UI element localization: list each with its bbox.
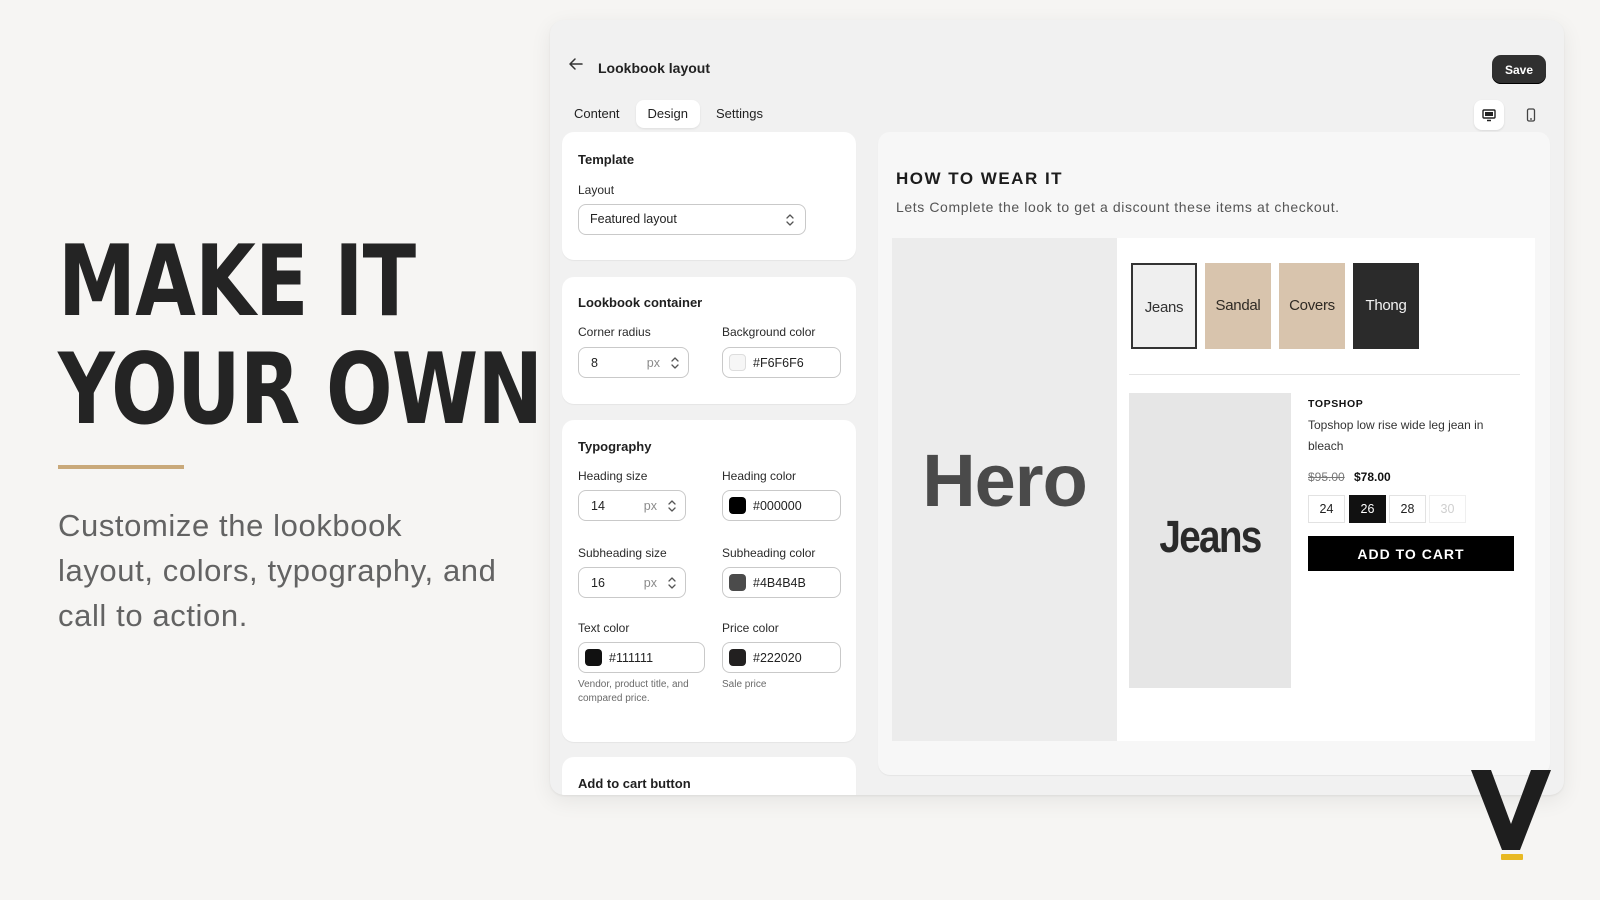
template-card: Template Layout Featured layout <box>562 132 856 260</box>
headline-line-1: MAKE IT <box>58 225 416 339</box>
hero-image: Hero <box>892 238 1117 741</box>
container-card-title: Lookbook container <box>578 295 703 310</box>
lookbook-preview: HOW TO WEAR IT Lets Complete the look to… <box>878 132 1550 775</box>
tab-content[interactable]: Content <box>562 100 632 128</box>
heading-size-label: Heading size <box>578 469 648 483</box>
size-option[interactable]: 28 <box>1389 495 1426 523</box>
tab-bar: Content Design Settings <box>562 100 775 128</box>
product-panel: Jeans Sandal Covers Thong Jeans TOPSHOP … <box>1117 238 1535 741</box>
layout-select-value: Featured layout <box>590 212 677 226</box>
heading-color-input[interactable]: #000000 <box>722 490 841 521</box>
corner-radius-input[interactable]: 8 px <box>578 347 689 378</box>
color-swatch[interactable] <box>585 649 602 666</box>
text-color-label: Text color <box>578 621 630 635</box>
stepper-icon[interactable] <box>667 575 677 591</box>
background-color-input[interactable]: #F6F6F6 <box>722 347 841 378</box>
typography-card-title: Typography <box>578 439 652 454</box>
price-color-help: Sale price <box>722 679 767 690</box>
heading-size-unit: px <box>643 499 657 513</box>
subheading-color-value: #4B4B4B <box>753 576 806 590</box>
mobile-icon <box>1526 108 1536 122</box>
size-option-disabled: 30 <box>1429 495 1466 523</box>
size-option-selected[interactable]: 26 <box>1349 495 1386 523</box>
subheading-color-label: Subheading color <box>722 546 816 560</box>
compare-price: $95.00 <box>1308 470 1345 484</box>
layout-select[interactable]: Featured layout <box>578 204 806 235</box>
marketing-headline: MAKE IT YOUR OWN <box>58 225 543 447</box>
corner-radius-value: 8 <box>591 356 598 370</box>
headline-line-2: YOUR OWN <box>58 333 543 447</box>
add-to-cart-card-title: Add to cart button <box>578 776 691 791</box>
page-title: Lookbook layout <box>598 60 710 76</box>
heading-color-value: #000000 <box>753 499 802 513</box>
heading-color-label: Heading color <box>722 469 797 483</box>
thumbnail-thong[interactable]: Thong <box>1353 263 1419 349</box>
chevron-up-down-icon <box>786 214 794 226</box>
corner-radius-label: Corner radius <box>578 325 651 339</box>
product-image-text: Jeans <box>1159 511 1262 562</box>
text-color-value: #111111 <box>609 651 654 665</box>
color-swatch[interactable] <box>729 649 746 666</box>
divider <box>1129 374 1520 375</box>
desktop-icon <box>1482 109 1496 122</box>
template-card-title: Template <box>578 152 635 167</box>
color-swatch[interactable] <box>729 497 746 514</box>
tab-settings[interactable]: Settings <box>704 100 775 128</box>
layout-label: Layout <box>578 183 615 197</box>
container-card: Lookbook container Corner radius 8 px Ba… <box>562 277 856 404</box>
product-title[interactable]: Topshop low rise wide leg jean in bleach <box>1308 415 1513 456</box>
subheading-size-label: Subheading size <box>578 546 667 560</box>
thumbnail-jeans[interactable]: Jeans <box>1131 263 1197 349</box>
tab-design[interactable]: Design <box>635 100 701 128</box>
color-swatch[interactable] <box>729 354 746 371</box>
mobile-view-button[interactable] <box>1516 100 1546 130</box>
stepper-icon[interactable] <box>670 355 680 371</box>
subheading-color-input[interactable]: #4B4B4B <box>722 567 841 598</box>
background-color-label: Background color <box>722 325 816 339</box>
preview-heading: HOW TO WEAR IT <box>896 169 1064 188</box>
top-bar: Lookbook layout Save <box>550 20 1564 84</box>
app-window: Lookbook layout Save Content Design Sett… <box>550 20 1564 795</box>
product-image[interactable]: Jeans <box>1129 393 1291 688</box>
desktop-view-button[interactable] <box>1474 100 1504 130</box>
price-color-input[interactable]: #222020 <box>722 642 841 673</box>
color-swatch[interactable] <box>729 574 746 591</box>
sale-price: $78.00 <box>1354 470 1391 484</box>
add-to-cart-button[interactable]: ADD TO CART <box>1308 536 1514 571</box>
heading-size-value: 14 <box>591 499 605 513</box>
subheading-size-input[interactable]: 16 px <box>578 567 686 598</box>
marketing-subtext: Customize the lookbook layout, colors, t… <box>58 508 497 633</box>
thumbnail-covers[interactable]: Covers <box>1279 263 1345 349</box>
product-vendor: TOPSHOP <box>1308 398 1364 410</box>
background-color-value: #F6F6F6 <box>753 356 804 370</box>
text-color-input[interactable]: #111111 <box>578 642 705 673</box>
text-color-help: Vendor, product title, and compared pric… <box>578 679 689 704</box>
add-to-cart-card: Add to cart button <box>562 757 856 795</box>
brand-logo <box>1471 770 1551 860</box>
price-color-value: #222020 <box>753 651 802 665</box>
stepper-icon[interactable] <box>667 498 677 514</box>
hero-image-text: Hero <box>922 439 1088 522</box>
corner-radius-unit: px <box>646 356 660 370</box>
save-button[interactable]: Save <box>1491 55 1546 84</box>
thumbnail-sandal[interactable]: Sandal <box>1205 263 1271 349</box>
size-option[interactable]: 24 <box>1308 495 1345 523</box>
typography-card: Typography Heading size 14 px Heading co… <box>562 420 856 742</box>
arrow-left-icon[interactable] <box>568 56 584 72</box>
subheading-size-unit: px <box>643 576 657 590</box>
price-color-label: Price color <box>722 621 779 635</box>
viewport-toggle <box>1474 100 1546 130</box>
subheading-size-value: 16 <box>591 576 605 590</box>
heading-size-input[interactable]: 14 px <box>578 490 686 521</box>
preview-subheading: Lets Complete the look to get a discount… <box>896 199 1340 215</box>
accent-divider <box>58 465 184 469</box>
